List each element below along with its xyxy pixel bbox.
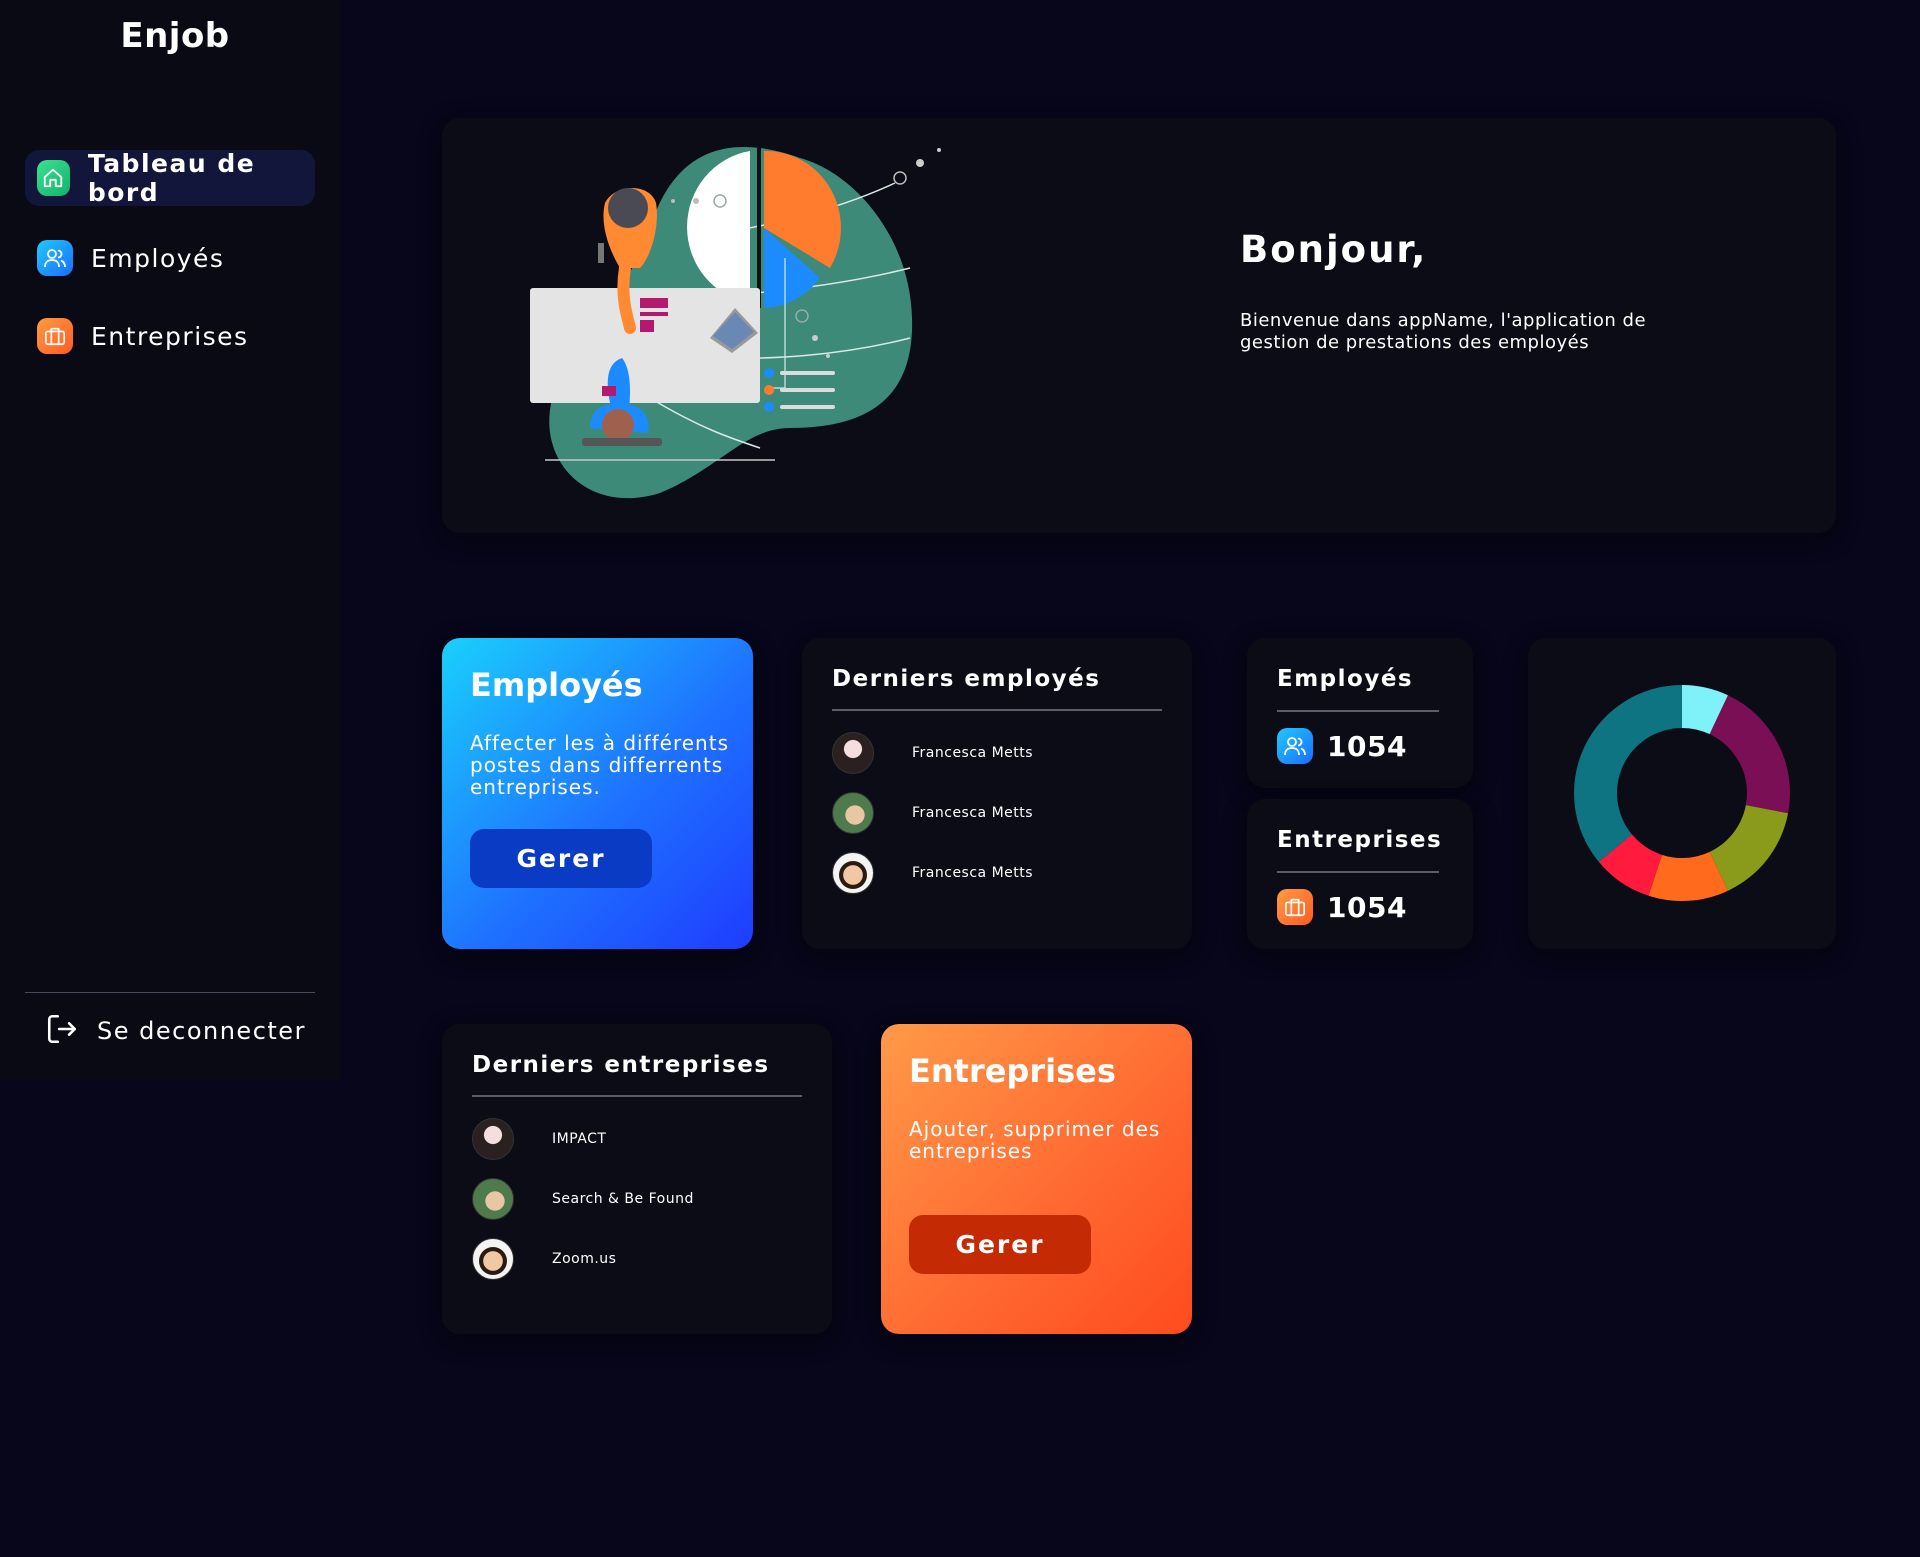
welcome-title: Bonjour,	[1240, 228, 1428, 271]
recent-companies-title: Derniers entreprises	[472, 1052, 770, 1078]
avatar	[832, 792, 874, 834]
recent-companies-divider	[472, 1095, 802, 1097]
avatar	[832, 732, 874, 774]
list-item[interactable]: Search & Be Found	[472, 1178, 694, 1220]
employees-card-description: Affecter les à différents postes dans di…	[470, 731, 729, 799]
employee-name: Francesca Metts	[912, 745, 1034, 761]
donut-chart	[1574, 685, 1790, 901]
avatar	[472, 1178, 514, 1220]
sidebar-item-label: Tableau de bord	[87, 149, 256, 207]
avatar	[472, 1238, 514, 1280]
companies-count: 1054	[1327, 890, 1407, 924]
donut-slice-6	[1574, 685, 1682, 862]
companies-card-title: Entreprises	[909, 1052, 1116, 1090]
list-item[interactable]: IMPACT	[472, 1118, 606, 1160]
recent-employees-divider	[832, 709, 1162, 711]
list-item[interactable]: Francesca Metts	[832, 792, 1033, 834]
employees-stat-card: Employés 1054	[1247, 638, 1473, 788]
sidebar-item-companies[interactable]: Entreprises	[25, 308, 315, 364]
company-name: IMPACT	[552, 1131, 607, 1147]
donut-slice-2	[1709, 695, 1790, 814]
companies-stat-title: Entreprises	[1277, 827, 1443, 853]
manage-companies-button[interactable]: Gerer	[909, 1215, 1091, 1274]
sidebar-divider	[25, 992, 315, 993]
home-icon	[37, 160, 70, 196]
companies-stat-divider	[1277, 871, 1439, 873]
dashboard-illustration	[530, 146, 941, 499]
employees-card-title: Employés	[470, 666, 643, 704]
logout-button[interactable]: Se deconnecter	[45, 1012, 306, 1050]
sidebar-item-employees[interactable]: Employés	[25, 230, 315, 286]
employees-promo-card: Employés Affecter les à différents poste…	[442, 638, 753, 949]
companies-promo-card: Entreprises Ajouter, supprimer des entre…	[881, 1024, 1192, 1334]
avatar	[472, 1118, 514, 1160]
list-item[interactable]: Francesca Metts	[832, 732, 1033, 774]
sidebar: Enjob Tableau de bord Employés Entrepris…	[0, 0, 340, 1080]
employee-name: Francesca Metts	[912, 865, 1034, 881]
employee-name: Francesca Metts	[912, 805, 1034, 821]
employees-count: 1054	[1327, 729, 1407, 763]
briefcase-icon	[1277, 889, 1313, 925]
users-icon	[37, 240, 73, 276]
users-icon	[1277, 728, 1313, 764]
companies-card-description: Ajouter, supprimer des entreprises	[909, 1117, 1161, 1163]
welcome-subtitle: Bienvenue dans appName, l'application de…	[1240, 310, 1647, 353]
sidebar-item-dashboard[interactable]: Tableau de bord	[25, 149, 315, 207]
recent-employees-card: Derniers employés Francesca Metts France…	[802, 638, 1192, 949]
avatar	[832, 852, 874, 894]
companies-stat-card: Entreprises 1054	[1247, 799, 1473, 949]
company-name: Zoom.us	[552, 1251, 617, 1267]
sidebar-item-label: Entreprises	[91, 321, 249, 351]
welcome-card: Bonjour, Bienvenue dans appName, l'appli…	[442, 118, 1836, 533]
briefcase-icon	[37, 318, 73, 354]
employees-stat-divider	[1277, 710, 1439, 712]
company-name: Search & Be Found	[552, 1191, 694, 1207]
employees-stat-title: Employés	[1277, 666, 1414, 692]
logout-icon	[45, 1012, 79, 1050]
logout-label: Se deconnecter	[97, 1017, 306, 1045]
manage-employees-button[interactable]: Gerer	[470, 829, 652, 888]
list-item[interactable]: Francesca Metts	[832, 852, 1033, 894]
brand-logo: Enjob	[120, 16, 230, 56]
donut-chart-card	[1528, 638, 1836, 949]
recent-companies-card: Derniers entreprises IMPACT Search & Be …	[442, 1024, 832, 1334]
sidebar-item-label: Employés	[91, 243, 225, 273]
recent-employees-title: Derniers employés	[832, 666, 1101, 692]
list-item[interactable]: Zoom.us	[472, 1238, 616, 1280]
